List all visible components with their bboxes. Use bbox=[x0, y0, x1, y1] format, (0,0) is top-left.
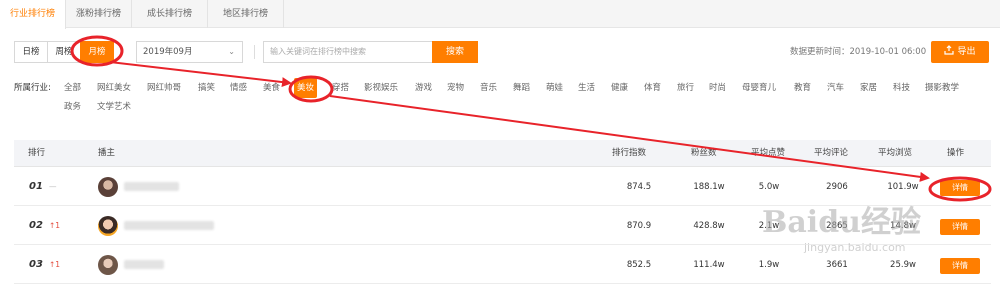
header-comments: 平均评论 bbox=[814, 148, 849, 158]
likes-value: 2.1w bbox=[758, 221, 780, 231]
category-item[interactable]: 全部 bbox=[61, 78, 84, 98]
likes-value: 1.9w bbox=[758, 260, 780, 270]
header-action: 操作 bbox=[947, 148, 965, 158]
category-item[interactable]: 时尚 bbox=[706, 78, 729, 98]
week-button[interactable]: 周榜 bbox=[47, 41, 81, 63]
views-value: 101.9w bbox=[887, 182, 919, 192]
industry-label: 所属行业: bbox=[14, 83, 51, 93]
category-item[interactable]: 网红帅哥 bbox=[144, 78, 184, 98]
tab-industry[interactable]: 行业排行榜 bbox=[0, 0, 66, 29]
month-button[interactable]: 月榜 bbox=[80, 41, 114, 63]
category-item-beauty[interactable]: 美妆 bbox=[294, 78, 318, 98]
table-row: 02 ↑1 870.9 428.8w 2.1w 2865 14.8w 详情 bbox=[14, 207, 991, 245]
category-item[interactable]: 生活 bbox=[575, 78, 598, 98]
category-item[interactable]: 穿搭 bbox=[329, 78, 352, 98]
table-row: 01 — 874.5 188.1w 5.0w 2906 101.9w 详情 bbox=[14, 168, 991, 206]
rank-trend: ↑1 bbox=[49, 221, 61, 230]
category-item[interactable]: 摄影教学 bbox=[922, 78, 962, 98]
rank-trend: — bbox=[49, 182, 57, 191]
header-views: 平均浏览 bbox=[878, 148, 913, 158]
category-item[interactable]: 家居 bbox=[857, 78, 880, 98]
header-host: 播主 bbox=[98, 148, 116, 158]
category-item[interactable]: 政务 bbox=[61, 97, 84, 117]
export-button[interactable]: 导出 bbox=[931, 41, 989, 63]
category-item[interactable]: 搞笑 bbox=[195, 78, 218, 98]
export-icon bbox=[944, 45, 955, 55]
tab-growth[interactable]: 成长排行榜 bbox=[132, 0, 208, 28]
update-time: 数据更新时间：2019-10-01 06:00 bbox=[790, 47, 927, 57]
likes-value: 5.0w bbox=[758, 182, 780, 192]
header-likes: 平均点赞 bbox=[751, 148, 786, 158]
month-select-value: 2019年09月 bbox=[143, 47, 193, 57]
tab-fans-growth[interactable]: 涨粉排行榜 bbox=[66, 0, 132, 28]
chevron-down-icon: ⌄ bbox=[228, 47, 235, 56]
fans-value: 428.8w bbox=[693, 221, 725, 231]
rank-number: 01 bbox=[29, 181, 43, 192]
tab-region[interactable]: 地区排行榜 bbox=[208, 0, 284, 28]
details-button[interactable]: 详情 bbox=[940, 219, 980, 235]
host-name-blurred bbox=[124, 221, 214, 230]
filter-bar: 日榜 周榜 月榜 2019年09月 ⌄ 输入关键词在排行榜中搜索 搜索 数据更新… bbox=[0, 41, 1000, 63]
category-item[interactable]: 舞蹈 bbox=[510, 78, 533, 98]
table-row: 03 ↑1 852.5 111.4w 1.9w 3661 25.9w 详情 bbox=[14, 246, 991, 284]
category-item[interactable]: 教育 bbox=[791, 78, 814, 98]
comments-value: 2865 bbox=[826, 221, 848, 231]
header-index: 排行指数 bbox=[612, 148, 647, 158]
category-item[interactable]: 萌娃 bbox=[543, 78, 566, 98]
category-item[interactable]: 体育 bbox=[641, 78, 664, 98]
avatar bbox=[98, 177, 118, 197]
category-item[interactable]: 文学艺术 bbox=[94, 97, 134, 117]
export-label: 导出 bbox=[957, 47, 976, 57]
search-button[interactable]: 搜索 bbox=[432, 41, 478, 63]
header-fans: 粉丝数 bbox=[691, 148, 717, 158]
month-select[interactable]: 2019年09月 ⌄ bbox=[136, 41, 243, 63]
host-name-blurred bbox=[124, 182, 179, 191]
index-value: 852.5 bbox=[626, 260, 652, 270]
category-item[interactable]: 科技 bbox=[890, 78, 913, 98]
views-value: 14.8w bbox=[890, 221, 916, 231]
comments-value: 2906 bbox=[826, 182, 848, 192]
category-item[interactable]: 美食 bbox=[260, 78, 283, 98]
rank-number: 03 bbox=[29, 259, 43, 270]
category-item[interactable]: 健康 bbox=[608, 78, 631, 98]
category-item[interactable]: 网红美女 bbox=[94, 78, 134, 98]
category-item[interactable]: 汽车 bbox=[824, 78, 847, 98]
table-header: 排行 播主 排行指数 粉丝数 平均点赞 平均评论 平均浏览 操作 bbox=[14, 140, 991, 167]
host-name-blurred bbox=[124, 260, 164, 269]
details-button[interactable]: 详情 bbox=[940, 180, 980, 196]
category-item[interactable]: 旅行 bbox=[674, 78, 697, 98]
avatar bbox=[98, 255, 118, 275]
header-rank: 排行 bbox=[28, 148, 46, 158]
index-value: 870.9 bbox=[626, 221, 652, 231]
details-button[interactable]: 详情 bbox=[940, 258, 980, 274]
category-item[interactable]: 情感 bbox=[227, 78, 250, 98]
views-value: 25.9w bbox=[890, 260, 916, 270]
category-item[interactable]: 宠物 bbox=[444, 78, 467, 98]
category-item[interactable]: 游戏 bbox=[412, 78, 435, 98]
avatar bbox=[98, 216, 118, 236]
fans-value: 188.1w bbox=[693, 182, 725, 192]
index-value: 874.5 bbox=[626, 182, 652, 192]
divider bbox=[254, 45, 255, 59]
rank-trend: ↑1 bbox=[49, 260, 61, 269]
category-item[interactable]: 影视娱乐 bbox=[361, 78, 401, 98]
comments-value: 3661 bbox=[826, 260, 848, 270]
category-item[interactable]: 母婴育儿 bbox=[739, 78, 779, 98]
ranking-tabs: 行业排行榜 涨粉排行榜 成长排行榜 地区排行榜 bbox=[0, 0, 1000, 29]
category-item[interactable]: 音乐 bbox=[477, 78, 500, 98]
fans-value: 111.4w bbox=[693, 260, 725, 270]
day-button[interactable]: 日榜 bbox=[14, 41, 48, 63]
search-input[interactable]: 输入关键词在排行榜中搜索 bbox=[263, 41, 433, 63]
industry-filter: 所属行业: 全部 网红美女 网红帅哥 搞笑 情感 美食 美妆 穿搭 影视娱乐 游… bbox=[0, 78, 1000, 118]
rank-number: 02 bbox=[29, 220, 43, 231]
